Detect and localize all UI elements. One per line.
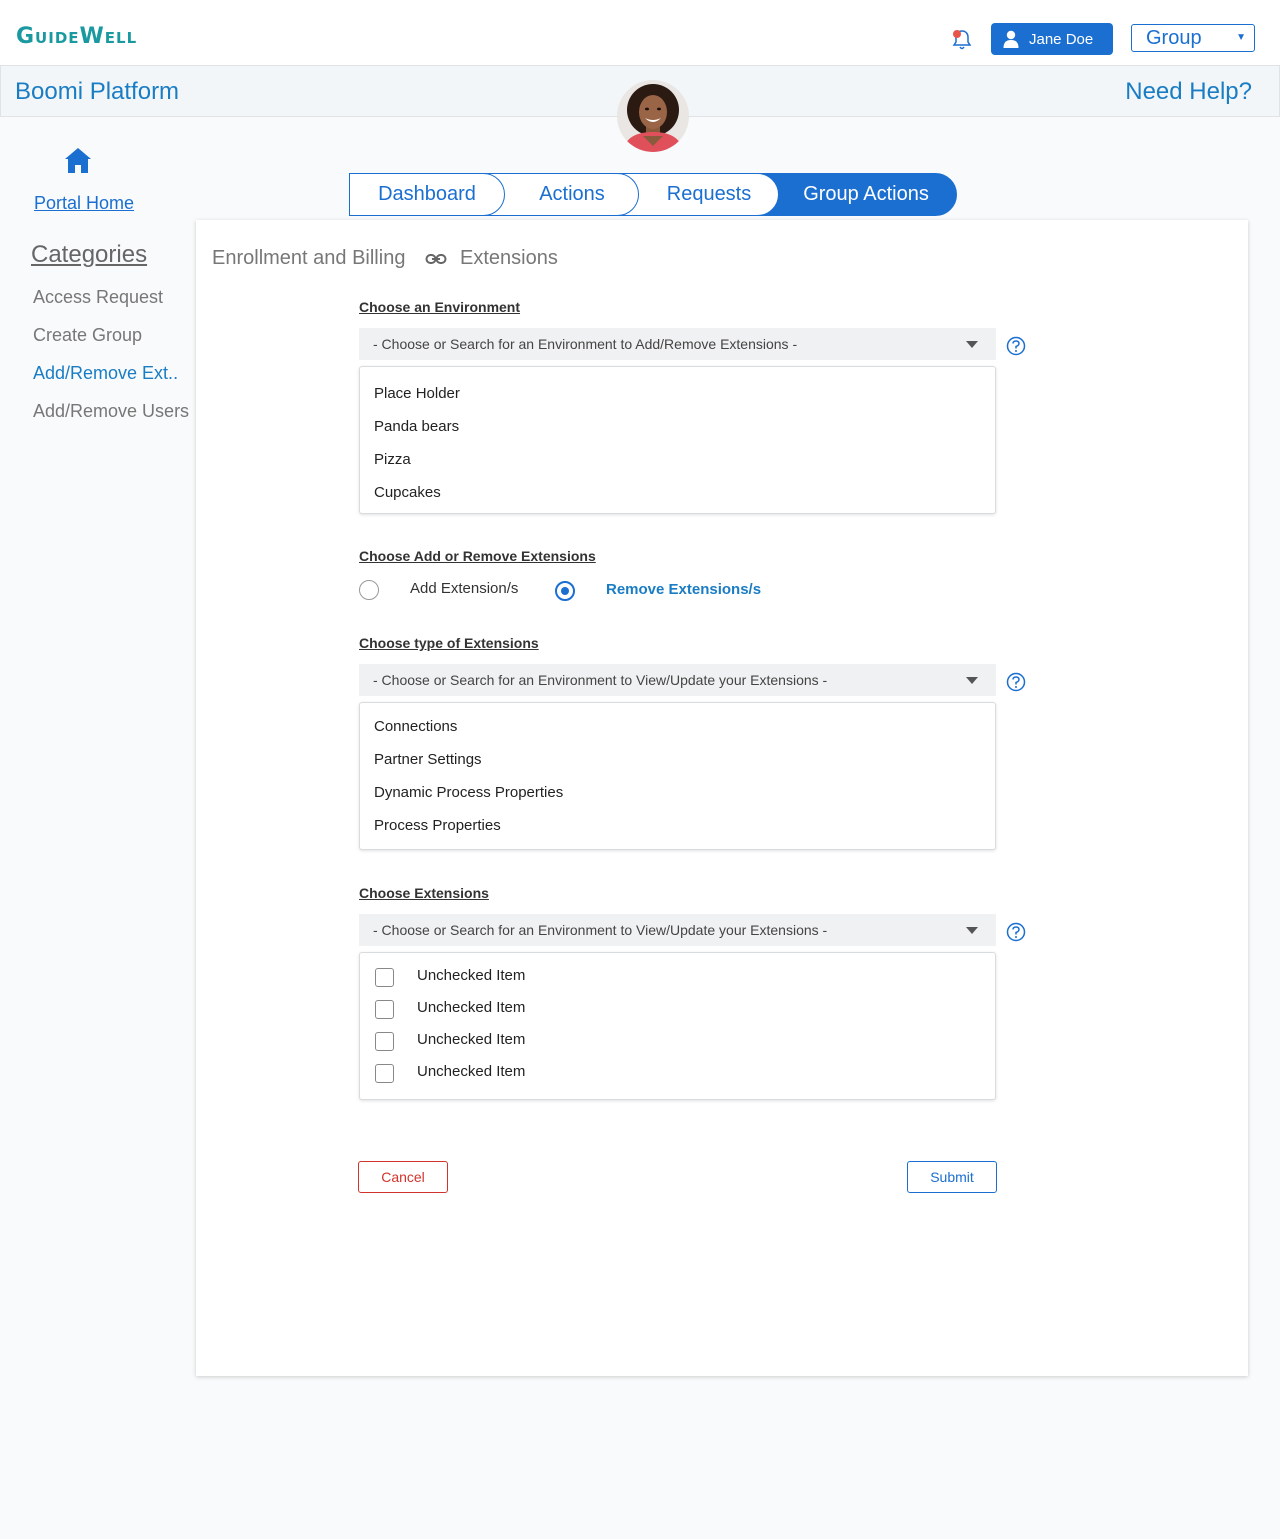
sidebar-item-create-group[interactable]: Create Group [33, 325, 142, 346]
help-icon[interactable] [1006, 922, 1026, 942]
submit-button[interactable]: Submit [907, 1161, 997, 1193]
sidebar-item-access-request[interactable]: Access Request [33, 287, 163, 308]
extension-type-listbox: Connections Partner Settings Dynamic Pro… [359, 702, 996, 850]
main-tabs: Dashboard Actions Requests Group Actions [349, 173, 957, 216]
checkbox[interactable] [375, 1000, 394, 1019]
checkbox[interactable] [375, 1032, 394, 1051]
extension-type-dropdown[interactable]: - Choose or Search for an Environment to… [359, 664, 996, 696]
checkbox-label[interactable]: Unchecked Item [417, 1031, 525, 1048]
group-select[interactable]: Group ▼ [1131, 24, 1255, 52]
guidewell-logo[interactable]: GuideWell [16, 24, 137, 49]
remove-extension-label[interactable]: Remove Extensions/s [606, 581, 761, 598]
checkbox-label[interactable]: Unchecked Item [417, 999, 525, 1016]
chevron-down-icon [966, 677, 978, 684]
extensions-checklist: Unchecked Item Unchecked Item Unchecked … [359, 952, 996, 1100]
categories-heading: Categories [31, 241, 148, 268]
sidebar-item-add-remove-users[interactable]: Add/Remove Users [33, 401, 189, 422]
environment-listbox: Place Holder Panda bears Pizza Cupcakes [359, 366, 996, 514]
tab-dashboard[interactable]: Dashboard [349, 173, 505, 216]
extension-type-label: Choose type of Extensions [359, 635, 539, 651]
breadcrumb-parent[interactable]: Enrollment and Billing [212, 247, 405, 270]
list-item[interactable]: Cupcakes [374, 484, 441, 501]
list-item[interactable]: Partner Settings [374, 751, 482, 768]
top-bar: GuideWell Jane Doe Group ▼ [0, 0, 1280, 66]
checkbox-label[interactable]: Unchecked Item [417, 967, 525, 984]
environment-dropdown[interactable]: - Choose or Search for an Environment to… [359, 328, 996, 360]
group-select-value: Group [1146, 27, 1202, 49]
remove-extension-radio[interactable] [555, 581, 575, 601]
environment-label: Choose an Environment [359, 299, 521, 315]
extensions-label: Choose Extensions [359, 885, 489, 901]
platform-title: Boomi Platform [15, 78, 180, 105]
user-icon [1003, 30, 1019, 48]
cancel-button[interactable]: Cancel [358, 1161, 448, 1193]
list-item[interactable]: Panda bears [374, 418, 459, 435]
checkbox[interactable] [375, 1064, 394, 1083]
help-icon[interactable] [1006, 672, 1026, 692]
user-profile-button[interactable]: Jane Doe [991, 23, 1113, 55]
checkbox[interactable] [375, 968, 394, 987]
list-item[interactable]: Pizza [374, 451, 411, 468]
list-item[interactable]: Connections [374, 718, 457, 735]
extensions-dropdown[interactable]: - Choose or Search for an Environment to… [359, 914, 996, 946]
add-remove-label: Choose Add or Remove Extensions [359, 548, 596, 564]
tab-requests[interactable]: Requests [615, 173, 779, 216]
list-item[interactable]: Process Properties [374, 817, 501, 834]
breadcrumb-current: Extensions [460, 247, 558, 269]
chevron-down-icon: ▼ [1236, 32, 1246, 43]
tab-group-actions[interactable]: Group Actions [755, 173, 957, 216]
notification-bell-icon[interactable] [950, 28, 974, 52]
extensions-dropdown-placeholder: - Choose or Search for an Environment to… [373, 922, 828, 938]
home-icon[interactable] [63, 145, 93, 175]
add-extension-label[interactable]: Add Extension/s [410, 580, 518, 597]
portal-home-link[interactable]: Portal Home [34, 193, 134, 214]
extension-type-dropdown-placeholder: - Choose or Search for an Environment to… [373, 672, 828, 688]
list-item[interactable]: Place Holder [374, 385, 460, 402]
chevron-down-icon [966, 927, 978, 934]
list-item[interactable]: Dynamic Process Properties [374, 784, 563, 801]
avatar[interactable] [617, 80, 689, 152]
environment-dropdown-placeholder: - Choose or Search for an Environment to… [373, 336, 798, 352]
link-icon [425, 254, 447, 264]
chevron-down-icon [966, 341, 978, 348]
add-extension-radio[interactable] [359, 580, 379, 600]
sidebar-item-add-remove-ext[interactable]: Add/Remove Ext.. [33, 363, 178, 384]
checkbox-label[interactable]: Unchecked Item [417, 1063, 525, 1080]
avatar-image [617, 80, 689, 152]
need-help-link[interactable]: Need Help? [1125, 78, 1252, 106]
user-name: Jane Doe [1029, 30, 1094, 48]
main-card: Enrollment and Billing Extensions Choose… [196, 220, 1248, 1376]
help-icon[interactable] [1006, 336, 1026, 356]
